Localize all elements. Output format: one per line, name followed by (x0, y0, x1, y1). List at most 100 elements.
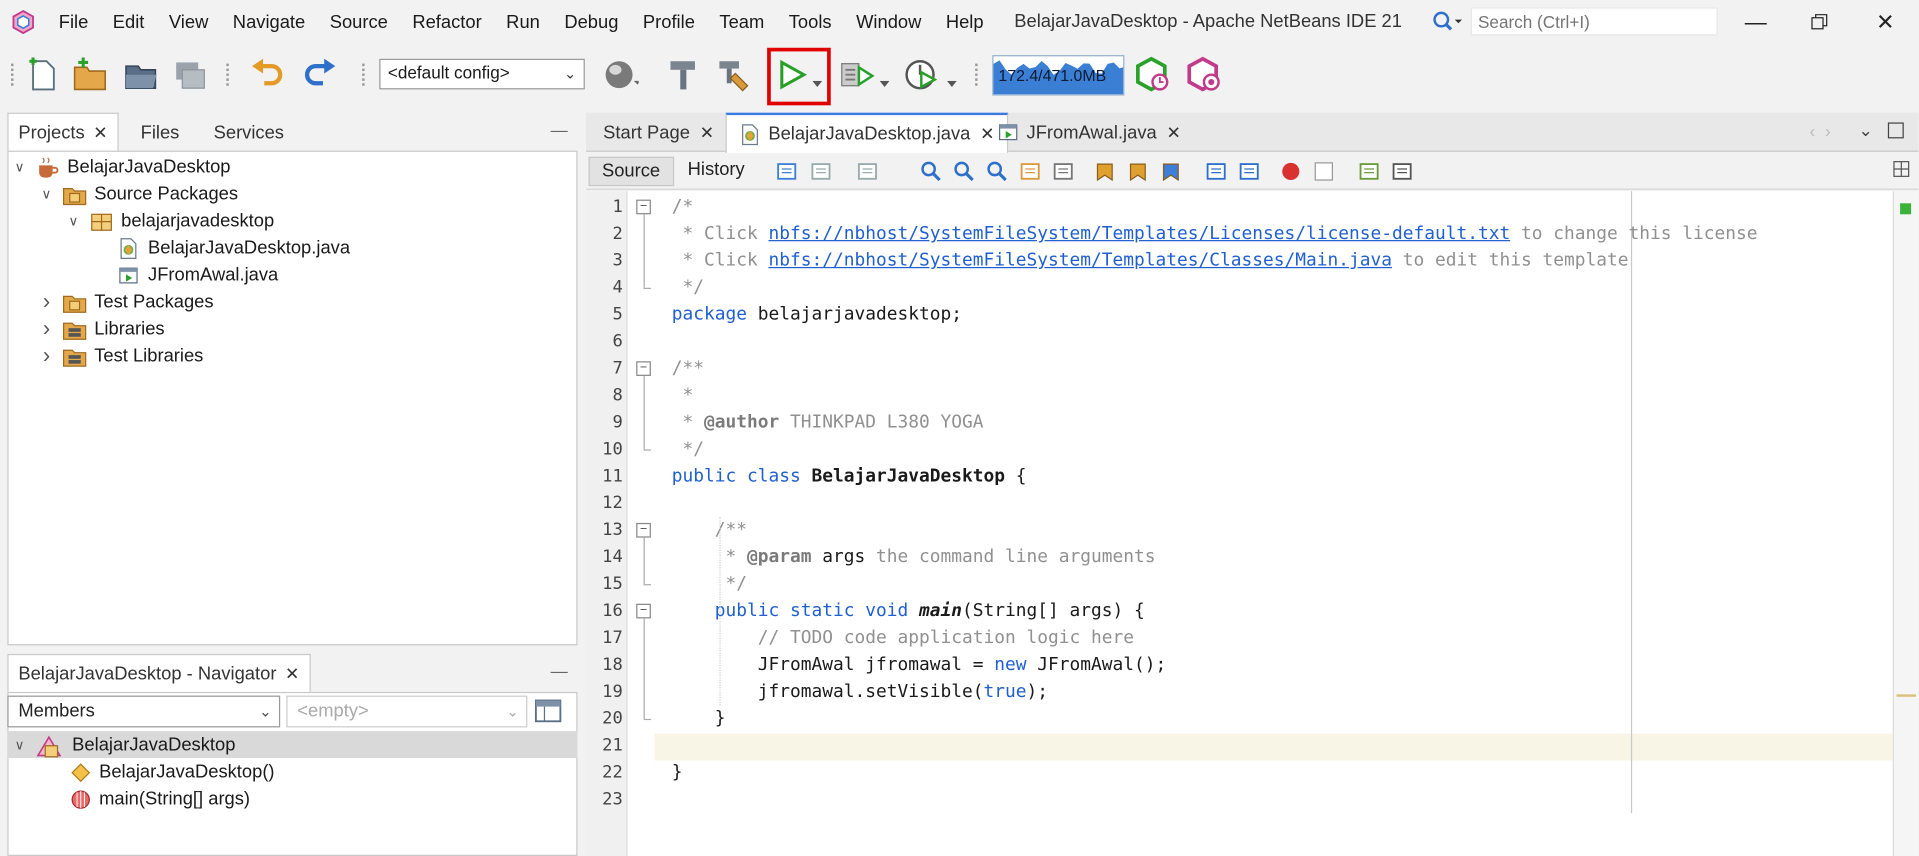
chevron-right-icon[interactable]: › (38, 315, 55, 341)
code-line[interactable]: jfromawal.setVisible(true); (672, 678, 1048, 705)
shift-right-icon[interactable] (1238, 160, 1260, 182)
close-icon[interactable]: ✕ (285, 664, 299, 685)
navigator-item[interactable]: main(String[] args) (53, 785, 250, 812)
tree-item[interactable]: ∨ Source Packages (38, 180, 238, 207)
close-icon[interactable]: ✕ (700, 122, 714, 143)
profile-dropdown-chevron-icon[interactable] (946, 69, 957, 95)
undo-icon[interactable] (250, 56, 287, 93)
tab-projects[interactable]: Projects ✕ (7, 112, 119, 152)
minimize-panel-button[interactable]: — (551, 661, 568, 681)
history-view-button[interactable]: History (675, 157, 757, 186)
tree-item[interactable]: ∨ BelajarJavaDesktop (11, 153, 231, 180)
toggle-highlight-icon[interactable] (1019, 160, 1041, 182)
profile-project-icon[interactable] (903, 56, 940, 93)
uncomment-icon[interactable] (1391, 160, 1413, 182)
menu-help[interactable]: Help (934, 12, 996, 33)
code-line[interactable]: /** (672, 517, 747, 544)
minimize-window-button[interactable]: — (1728, 5, 1784, 39)
menu-run[interactable]: Run (494, 12, 552, 33)
back-icon[interactable] (810, 160, 832, 182)
code-line[interactable]: * @param args the command line arguments (672, 544, 1155, 571)
tree-item[interactable]: JFromAwal.java (92, 261, 278, 288)
code-line[interactable]: JFromAwal jfromawal = new JFromAwal(); (672, 651, 1167, 678)
fold-toggle-icon[interactable]: − (636, 522, 651, 538)
menu-team[interactable]: Team (707, 12, 776, 33)
chevron-down-icon[interactable]: ∨ (65, 212, 82, 229)
stop-macro-icon[interactable] (1313, 160, 1335, 182)
close-window-button[interactable]: ✕ (1857, 5, 1913, 39)
close-project-icon[interactable] (171, 56, 208, 93)
open-project-icon[interactable] (122, 56, 159, 93)
navigator-item[interactable]: BelajarJavaDesktop() (53, 758, 275, 785)
toggle-rect-select-icon[interactable] (1052, 160, 1074, 182)
forward-icon[interactable] (856, 160, 878, 182)
code-line[interactable]: } (672, 759, 683, 786)
tab-jfromawal-java[interactable]: JFromAwal.java ✕ (985, 113, 1193, 152)
code-line[interactable]: public static void main(String[] args) { (672, 598, 1145, 625)
code-line[interactable]: */ (672, 274, 704, 301)
tab-start-page[interactable]: Start Page ✕ (591, 113, 726, 152)
close-icon[interactable]: ✕ (1167, 122, 1181, 143)
chevron-down-icon[interactable]: ∨ (11, 737, 28, 753)
fold-toggle-icon[interactable]: − (636, 361, 651, 376)
redo-icon[interactable] (301, 56, 338, 93)
last-edit-icon[interactable] (776, 160, 798, 182)
source-view-button[interactable]: Source (588, 156, 674, 187)
previous-bookmark-icon[interactable] (1094, 160, 1116, 182)
code-line[interactable]: * @author THINKPAD L380 YOGA (672, 409, 983, 436)
menu-tools[interactable]: Tools (777, 12, 844, 33)
navigator-filter-select[interactable]: Members ⌄ (7, 695, 281, 728)
tree-item[interactable]: ∨ belajarjavadesktop (65, 207, 274, 234)
code-line[interactable]: public class BelajarJavaDesktop { (672, 463, 1027, 490)
code-line[interactable]: * Click nbfs://nbhost/SystemFileSystem/T… (672, 220, 1758, 247)
menu-debug[interactable]: Debug (552, 12, 631, 33)
build-hammer-icon[interactable] (666, 56, 703, 93)
find-icon[interactable] (920, 160, 942, 182)
menu-file[interactable]: File (46, 12, 100, 33)
tree-item[interactable]: BelajarJavaDesktop.java (92, 234, 350, 261)
tab-files[interactable]: Files (119, 113, 197, 152)
new-project-icon[interactable] (71, 56, 108, 93)
toggle-bookmark-icon[interactable] (1160, 160, 1182, 182)
navigator-item[interactable]: ∨ BelajarJavaDesktop (11, 731, 235, 758)
code-line[interactable]: */ (672, 436, 704, 463)
debug-dropdown-chevron-icon[interactable] (879, 69, 890, 95)
memory-usage-bar[interactable]: 172.4/471.0MB (992, 55, 1125, 96)
fold-toggle-icon[interactable]: − (636, 199, 651, 215)
config-select[interactable]: <default config> ⌄ (379, 58, 585, 90)
chevron-right-icon[interactable]: › (38, 342, 55, 368)
tab-list-chevron-icon[interactable]: ⌄ (1858, 120, 1872, 141)
take-snapshot-icon[interactable] (1186, 56, 1223, 93)
find-next-icon[interactable] (986, 160, 1008, 182)
tab-navigator[interactable]: BelajarJavaDesktop - Navigator ✕ (7, 653, 311, 694)
menu-refactor[interactable]: Refactor (400, 12, 494, 33)
tree-item[interactable]: › Test Packages (38, 288, 214, 315)
minimize-panel-button[interactable]: — (551, 120, 568, 140)
chevron-right-icon[interactable]: › (38, 288, 55, 314)
shift-left-icon[interactable] (1205, 160, 1227, 182)
fold-toggle-icon[interactable]: − (636, 603, 651, 619)
close-icon[interactable]: ✕ (93, 122, 107, 143)
menu-window[interactable]: Window (844, 12, 934, 33)
code-line[interactable]: /** (672, 355, 704, 382)
navigator-filter2-select[interactable]: <empty> ⌄ (286, 695, 528, 728)
code-line[interactable]: * Click nbfs://nbhost/SystemFileSystem/T… (672, 247, 1628, 274)
tree-item[interactable]: › Libraries (38, 315, 165, 342)
comment-icon[interactable] (1358, 160, 1380, 182)
code-line[interactable]: // TODO code application logic here (672, 625, 1134, 652)
tree-item[interactable]: › Test Libraries (38, 342, 204, 369)
profile-ide-icon[interactable] (1134, 56, 1171, 93)
menu-edit[interactable]: Edit (101, 12, 157, 33)
tab-scroll-arrows[interactable]: ‹› (1810, 121, 1841, 141)
split-editor-icon[interactable] (1892, 159, 1912, 185)
menu-source[interactable]: Source (317, 12, 400, 33)
globe-icon[interactable] (602, 56, 639, 93)
menu-profile[interactable]: Profile (631, 12, 708, 33)
chevron-down-icon[interactable]: ∨ (38, 186, 55, 202)
next-bookmark-icon[interactable] (1127, 160, 1149, 182)
menu-view[interactable]: View (157, 12, 221, 33)
search-icon[interactable] (1431, 9, 1463, 33)
navigator-options-icon[interactable] (534, 698, 564, 725)
chevron-down-icon[interactable]: ∨ (11, 159, 28, 175)
new-file-icon[interactable] (24, 56, 61, 93)
